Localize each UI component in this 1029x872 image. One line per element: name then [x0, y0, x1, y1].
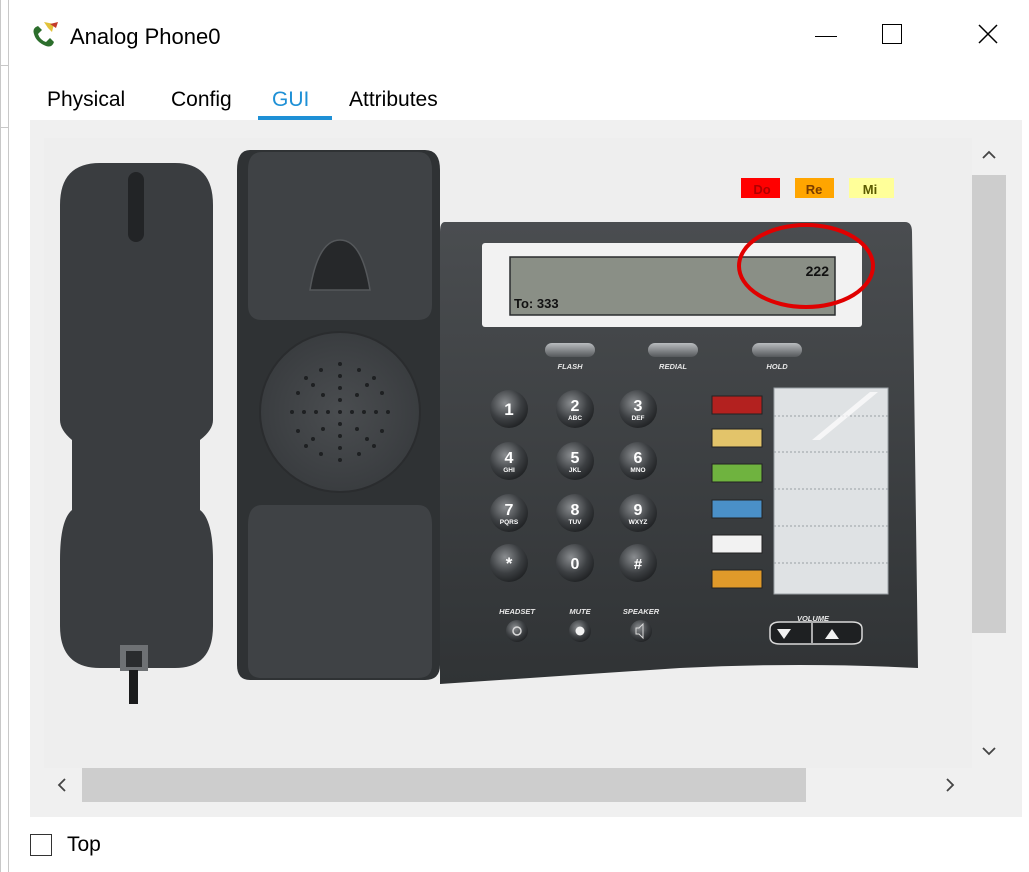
keypad-key-8-letters: TUV: [569, 519, 583, 526]
keypad-key-5[interactable]: 5: [571, 450, 580, 467]
ring-tone-mi[interactable]: Mi: [863, 182, 877, 197]
left-divider: [0, 65, 8, 66]
close-icon[interactable]: [972, 18, 1004, 50]
keypad-key-7[interactable]: 7: [505, 502, 514, 519]
scroll-corner: [972, 768, 1006, 802]
keypad-key-7-letters: PQRS: [500, 519, 519, 526]
scroll-left-icon[interactable]: [56, 776, 68, 797]
left-divider: [0, 127, 8, 128]
maximize-icon[interactable]: [882, 24, 902, 44]
keypad-key-6[interactable]: 6: [634, 450, 643, 467]
ring-tone-re[interactable]: Re: [806, 182, 823, 197]
volume-label: VOLUME: [797, 614, 830, 623]
keypad-key-4-letters: GHI: [503, 467, 515, 474]
phone-device-icon: [30, 20, 64, 50]
mute-button[interactable]: MUTE: [569, 607, 591, 616]
ring-tone-do[interactable]: Do: [753, 182, 770, 197]
keypad-key-1[interactable]: 1: [504, 400, 513, 419]
horizontal-scroll-thumb[interactable]: [82, 768, 806, 802]
keypad-key-8[interactable]: 8: [571, 502, 580, 519]
vertical-scroll-thumb[interactable]: [972, 175, 1006, 633]
tab-gui[interactable]: GUI: [272, 88, 309, 112]
headset-button[interactable]: HEADSET: [499, 607, 536, 616]
keypad-key-6-letters: MNO: [630, 467, 645, 474]
lcd-destination: To: 333: [514, 296, 559, 311]
keypad-key-3-letters: DEF: [632, 415, 645, 422]
keypad-key-hash[interactable]: #: [634, 556, 643, 573]
speaker-grille: [290, 362, 390, 462]
lcd-dialed-number: 222: [806, 263, 830, 279]
tab-physical[interactable]: Physical: [47, 88, 125, 112]
scroll-up-icon[interactable]: [980, 146, 998, 164]
keypad-key-2-letters: ABC: [568, 415, 582, 422]
soft-keys: [545, 343, 802, 357]
keypad-key-3[interactable]: 3: [634, 398, 643, 415]
scroll-down-icon[interactable]: [980, 742, 998, 760]
keypad-key-4[interactable]: 4: [505, 450, 514, 467]
tab-attributes[interactable]: Attributes: [349, 88, 438, 112]
keypad-key-star[interactable]: *: [506, 554, 513, 573]
flash-button[interactable]: FLASH: [558, 362, 584, 371]
keypad-key-9[interactable]: 9: [634, 502, 643, 519]
redial-button[interactable]: REDIAL: [659, 362, 687, 371]
handset-cradle: [237, 150, 440, 680]
left-window-edge-inner: [8, 0, 9, 872]
scroll-right-icon[interactable]: [944, 776, 956, 797]
keypad-key-9-letters: WXYZ: [629, 519, 648, 526]
volume-rocker: [769, 621, 863, 645]
top-checkbox-label: Top: [67, 833, 101, 856]
speaker-button[interactable]: SPEAKER: [623, 607, 660, 616]
left-window-edge: [0, 0, 1, 872]
keypad-key-0[interactable]: 0: [571, 556, 580, 573]
keypad-key-2[interactable]: 2: [571, 398, 580, 415]
hold-button[interactable]: HOLD: [766, 362, 788, 371]
analog-phone-illustration: Do Re Mi 222 To: 333 FLASH REDIAL HOLD 1…: [60, 150, 918, 704]
line-label-card: [773, 387, 889, 595]
window-title: Analog Phone0: [70, 24, 221, 49]
minimize-icon[interactable]: [815, 36, 837, 37]
keypad-key-5-letters: JKL: [569, 467, 581, 474]
top-checkbox[interactable]: [30, 834, 52, 856]
tab-config[interactable]: Config: [171, 88, 232, 112]
handset[interactable]: [60, 163, 213, 704]
